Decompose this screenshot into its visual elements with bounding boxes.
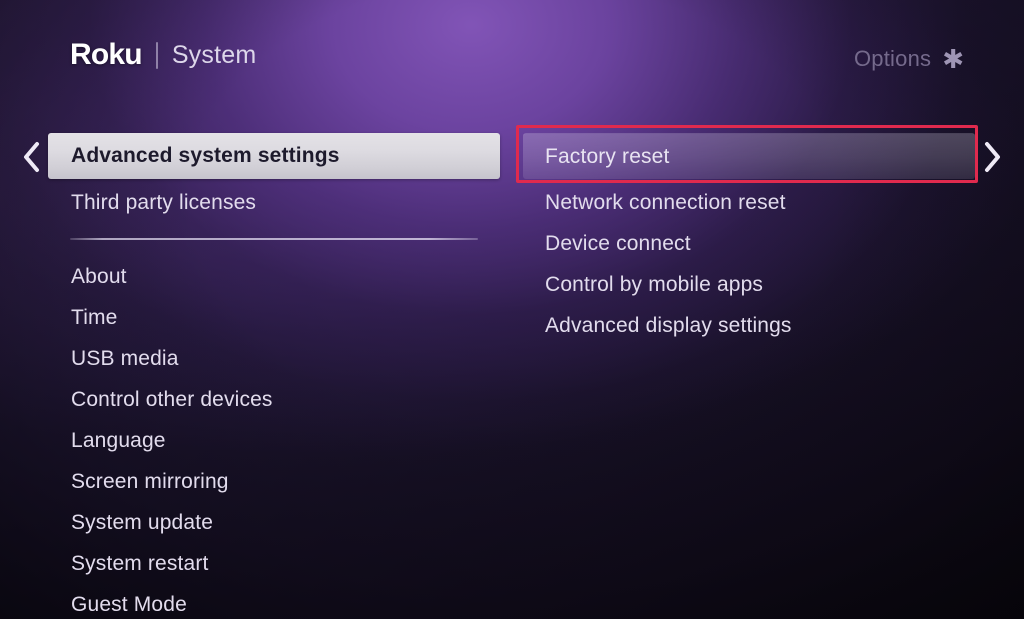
menu-item-third-party-licenses[interactable]: Third party licenses [48,182,500,223]
menu-item-factory-reset[interactable]: Factory reset [523,133,975,179]
roku-system-settings-screen: Roku System Options ✱ Advanced system se… [0,0,1024,619]
options-button[interactable]: Options ✱ [854,46,964,72]
menu-item-label: Network connection reset [545,190,786,214]
menu-item-label: System restart [71,551,209,575]
menu-item-advanced-display-settings[interactable]: Advanced display settings [523,305,975,346]
menu-item-label: Time [71,305,118,329]
menu-item-system-restart[interactable]: System restart [48,543,500,584]
menu-item-label: Advanced system settings [71,144,340,167]
menu-item-label: Language [71,428,166,452]
menu-item-label: Guest Mode [71,592,187,616]
asterisk-icon: ✱ [942,43,964,74]
menu-item-control-by-mobile-apps[interactable]: Control by mobile apps [523,264,975,305]
page-title: System [171,40,257,69]
menu-separator [70,238,478,240]
menu-item-screen-mirroring[interactable]: Screen mirroring [48,461,500,502]
menu-item-label: Device connect [545,231,691,255]
left-menu-column: Advanced system settings Third party lic… [48,133,500,619]
chevron-left-icon[interactable] [14,138,48,176]
menu-item-system-update[interactable]: System update [48,502,500,543]
menu-item-label: Control by mobile apps [545,272,764,296]
breadcrumb-divider [155,41,158,69]
menu-item-label: Screen mirroring [71,469,229,493]
menu-item-control-other-devices[interactable]: Control other devices [48,379,500,420]
menu-item-about[interactable]: About [48,256,500,297]
breadcrumb: Roku System [70,40,256,70]
menu-item-label: Third party licenses [71,190,257,214]
menu-item-language[interactable]: Language [48,420,500,461]
menu-item-guest-mode[interactable]: Guest Mode [48,584,500,619]
menu-item-label: System update [71,510,214,534]
menu-item-advanced-system-settings[interactable]: Advanced system settings [48,133,500,179]
roku-logo: Roku [70,38,143,71]
menu-item-label: USB media [71,346,179,370]
menu-item-label: Factory reset [545,144,670,168]
menu-item-label: Control other devices [71,387,273,411]
menu-item-usb-media[interactable]: USB media [48,338,500,379]
chevron-right-icon[interactable] [976,138,1010,176]
menu-item-time[interactable]: Time [48,297,500,338]
menu-item-label: About [71,264,127,288]
right-menu-column: Factory reset Network connection reset D… [523,133,975,346]
options-label: Options [853,46,932,71]
menu-item-label: Advanced display settings [545,313,792,337]
menu-item-network-connection-reset[interactable]: Network connection reset [523,182,975,223]
menu-item-device-connect[interactable]: Device connect [523,223,975,264]
header: Roku System Options ✱ [0,0,1024,110]
